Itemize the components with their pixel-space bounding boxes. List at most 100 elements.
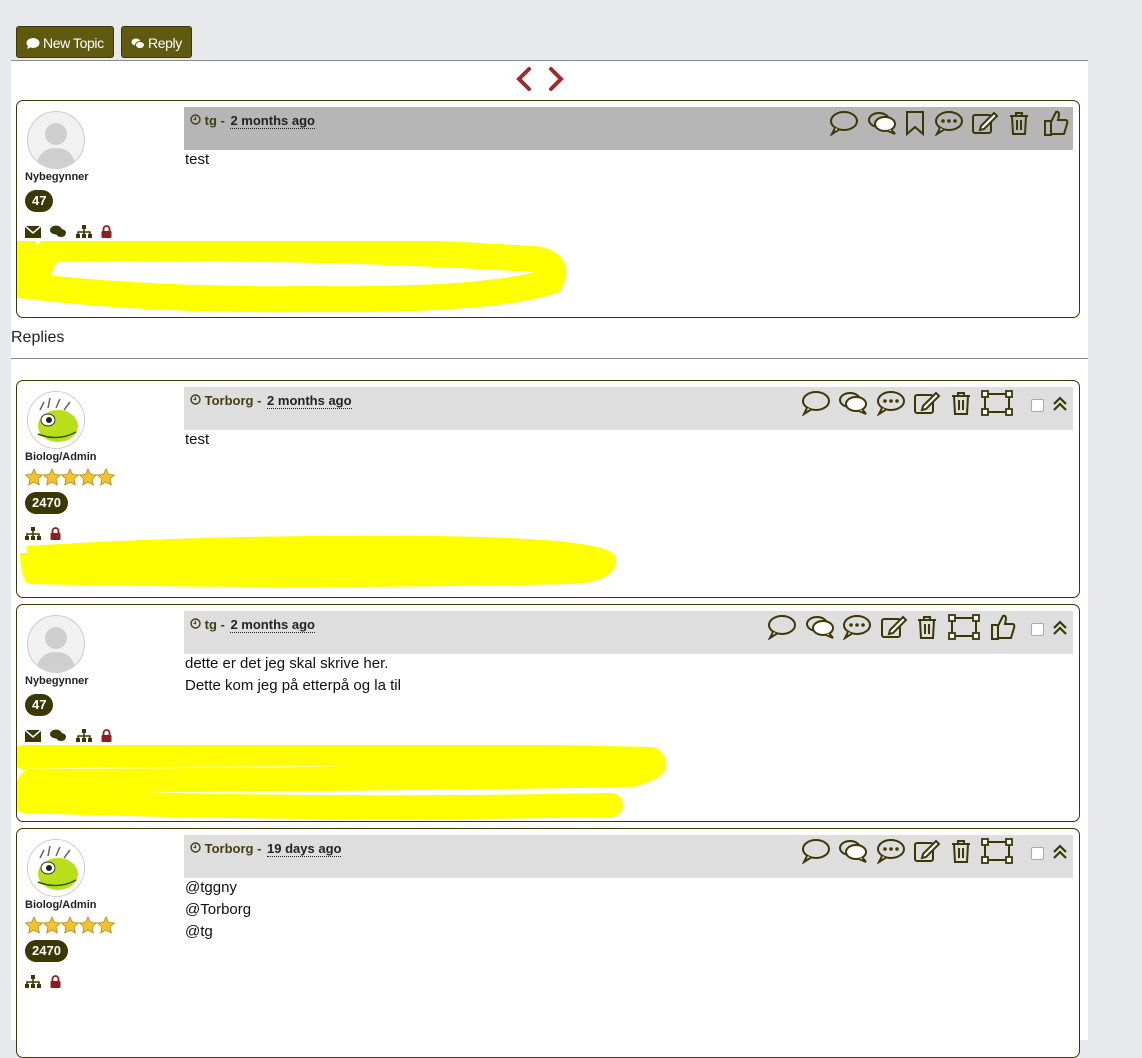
post-body: test	[185, 149, 209, 171]
trash-icon[interactable]	[949, 838, 973, 869]
new-topic-button[interactable]: New Topic	[16, 26, 114, 58]
envelope-icon[interactable]	[24, 729, 42, 747]
post-actions	[798, 389, 1069, 419]
post-time: 2 months ago	[267, 393, 352, 409]
double-chevron-up-icon[interactable]	[1051, 394, 1069, 417]
user-rank: Nybegynner	[25, 171, 89, 183]
post-count-badge: 2470	[25, 492, 68, 514]
pager-arrows	[514, 66, 570, 94]
edit-icon[interactable]	[971, 110, 999, 141]
reply-quote-icon[interactable]	[867, 110, 897, 141]
redaction-scribble	[17, 241, 567, 313]
post-time: 19 days ago	[267, 841, 342, 857]
sitemap-icon[interactable]	[75, 225, 92, 243]
user-rank: Biolog/Admin	[25, 451, 97, 463]
user-icons	[24, 225, 117, 243]
double-chevron-up-icon[interactable]	[1051, 618, 1069, 641]
trash-icon[interactable]	[949, 390, 973, 421]
post-meta: tg - 2 months ago	[190, 617, 315, 633]
new-topic-label: New Topic	[43, 35, 104, 51]
post-author[interactable]: tg	[205, 617, 217, 632]
chat-icon[interactable]	[50, 729, 67, 747]
chevron-right-icon[interactable]	[546, 66, 566, 97]
post-author[interactable]: Torborg	[205, 393, 254, 408]
thumbs-up-icon[interactable]	[990, 613, 1016, 646]
divider	[11, 358, 1088, 359]
post-time: 2 months ago	[230, 617, 315, 633]
post-author[interactable]: tg	[205, 113, 217, 128]
reply-post: Biolog/Admin 2470 Torborg - 19 days ago …	[16, 828, 1080, 1058]
post-line: Dette kom jeg på etterpå og la til	[185, 677, 401, 694]
sitemap-icon[interactable]	[75, 729, 92, 747]
post-count-badge: 2470	[25, 940, 68, 962]
post-line: @tggny	[185, 879, 237, 896]
post-count-badge: 47	[25, 190, 54, 212]
reply-post: Nybegynner 47 tg - 2 months ago dette er…	[16, 604, 1080, 822]
move-select-icon[interactable]	[980, 389, 1016, 422]
sitemap-icon[interactable]	[25, 975, 41, 993]
quote-icon[interactable]	[829, 110, 859, 141]
user-icons	[25, 975, 66, 991]
comment-dots-icon[interactable]	[876, 390, 906, 421]
comment-dots-icon[interactable]	[842, 614, 872, 645]
trash-icon[interactable]	[1007, 110, 1031, 141]
sitemap-icon[interactable]	[25, 527, 41, 545]
clock-icon	[190, 393, 201, 408]
post-header: tg - 2 months ago	[184, 611, 1073, 654]
quote-icon[interactable]	[801, 390, 831, 421]
reply-quote-icon[interactable]	[805, 614, 835, 645]
post-line: test	[185, 431, 210, 448]
select-checkbox[interactable]	[1030, 623, 1044, 636]
comment-icon	[26, 38, 40, 49]
post-header: Torborg - 2 months ago	[184, 387, 1073, 430]
post-header: tg - 2 months ago	[184, 107, 1073, 150]
chevron-left-icon[interactable]	[514, 66, 534, 97]
bookmark-icon[interactable]	[904, 110, 926, 141]
user-rank: Nybegynner	[25, 675, 89, 687]
rating-stars	[24, 916, 117, 939]
comments-icon	[131, 38, 145, 49]
avatar	[27, 391, 85, 449]
reply-quote-icon[interactable]	[838, 838, 868, 869]
topic-post: Nybegynner 47 tg - 2 months ago test	[16, 100, 1080, 318]
post-meta: tg - 2 months ago	[190, 113, 315, 129]
reply-post: Biolog/Admin 2470 Torborg - 2 months ago…	[16, 380, 1080, 598]
rating-stars	[24, 468, 117, 491]
move-select-icon[interactable]	[947, 613, 983, 646]
clock-icon	[190, 841, 201, 856]
move-select-icon[interactable]	[980, 837, 1016, 870]
quote-icon[interactable]	[801, 838, 831, 869]
post-actions	[826, 109, 1069, 139]
edit-icon[interactable]	[913, 390, 941, 421]
post-line: @tg	[185, 923, 213, 940]
trash-icon[interactable]	[915, 614, 939, 645]
lock-icon	[101, 225, 112, 243]
post-time: 2 months ago	[230, 113, 315, 129]
reply-button[interactable]: Reply	[121, 26, 192, 58]
reply-quote-icon[interactable]	[838, 390, 868, 421]
select-checkbox[interactable]	[1030, 847, 1044, 860]
reply-label: Reply	[148, 35, 182, 51]
select-checkbox[interactable]	[1030, 399, 1044, 412]
envelope-icon[interactable]	[24, 225, 42, 243]
user-icons	[24, 729, 117, 747]
comment-dots-icon[interactable]	[934, 110, 964, 141]
quote-icon[interactable]	[767, 614, 797, 645]
edit-icon[interactable]	[913, 838, 941, 869]
comment-dots-icon[interactable]	[876, 838, 906, 869]
edit-icon[interactable]	[880, 614, 908, 645]
forum-page: New Topic Reply Nybegynner 47 tg - 2 mon…	[11, 0, 1088, 1058]
user-icons	[25, 527, 66, 543]
post-count-badge: 47	[25, 694, 54, 716]
divider	[11, 60, 1088, 61]
lock-icon	[50, 527, 61, 545]
post-author[interactable]: Torborg	[205, 841, 254, 856]
thumbs-up-icon[interactable]	[1043, 109, 1069, 142]
lock-icon	[101, 729, 112, 747]
clock-icon	[190, 113, 201, 128]
post-line: @Torborg	[185, 901, 252, 918]
double-chevron-up-icon[interactable]	[1051, 842, 1069, 865]
redaction-scribble	[20, 535, 616, 587]
lock-icon	[50, 975, 61, 993]
chat-icon[interactable]	[50, 225, 67, 243]
